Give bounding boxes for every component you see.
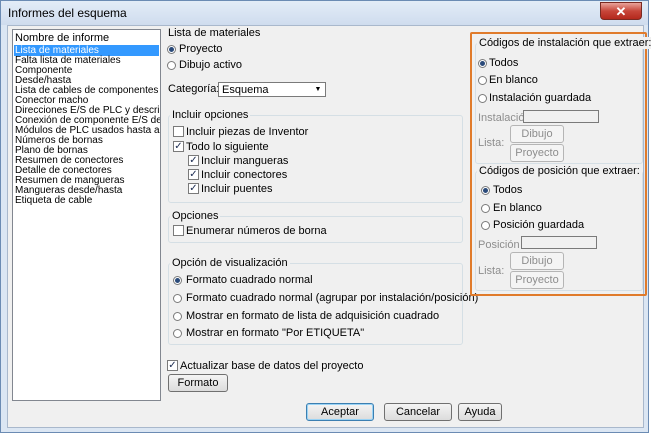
display-tag-label: Mostrar en formato "Por ETIQUETA" xyxy=(186,327,365,339)
close-button[interactable]: ✕ xyxy=(600,2,642,20)
include-hoses-checkbox[interactable]: ✓ xyxy=(188,155,199,166)
update-database-checkbox[interactable]: ✓ xyxy=(167,360,178,371)
position-blank-label: En blanco xyxy=(493,202,542,214)
chevron-down-icon: ▼ xyxy=(314,86,322,93)
enumerate-terminals-checkbox[interactable] xyxy=(173,225,184,236)
include-connectors-label: Incluir conectores xyxy=(201,169,288,181)
position-all-radio[interactable] xyxy=(481,186,490,195)
install-list-label: Lista: xyxy=(478,137,505,149)
install-all-label: Todos xyxy=(489,57,519,69)
include-all-label: Todo lo siguiente xyxy=(186,141,269,153)
options-title: Opciones xyxy=(170,210,221,222)
display-acquisition-label: Mostrar en formato de lista de adquisici… xyxy=(186,310,440,322)
include-options-title: Incluir opciones xyxy=(170,109,251,121)
bom-active-drawing-radio[interactable] xyxy=(167,61,176,70)
display-normal-label: Formato cuadrado normal xyxy=(186,274,313,286)
position-field-label: Posición xyxy=(478,239,520,251)
install-saved-label: Instalación guardada xyxy=(489,92,592,104)
include-inventor-label: Incluir piezas de Inventor xyxy=(186,126,309,138)
install-drawing-button[interactable]: Dibujo xyxy=(510,125,564,143)
enumerate-terminals-label: Enumerar números de borna xyxy=(186,225,327,237)
position-all-label: Todos xyxy=(493,184,523,196)
bom-project-radio[interactable] xyxy=(167,45,176,54)
include-bridges-label: Incluir puentes xyxy=(201,183,273,195)
category-label: Categoría: xyxy=(168,83,220,95)
display-option-title: Opción de visualización xyxy=(170,257,290,269)
install-saved-radio[interactable] xyxy=(478,94,487,103)
position-saved-radio[interactable] xyxy=(481,221,490,230)
position-blank-radio[interactable] xyxy=(481,204,490,213)
report-list-header: Nombre de informe xyxy=(15,32,110,44)
display-tag-radio[interactable] xyxy=(173,329,182,338)
include-all-checkbox[interactable]: ✓ xyxy=(173,141,184,152)
ok-button[interactable]: Aceptar xyxy=(306,403,374,421)
install-blank-label: En blanco xyxy=(489,74,538,86)
display-grouped-label: Formato cuadrado normal (agrupar por ins… xyxy=(186,292,479,304)
display-normal-radio[interactable] xyxy=(173,276,182,285)
category-value: Esquema xyxy=(222,84,269,96)
position-codes-title: Códigos de posición que extraer: xyxy=(477,165,642,177)
bom-active-drawing-label: Dibujo activo xyxy=(179,59,242,71)
update-database-label: Actualizar base de datos del proyecto xyxy=(180,360,364,372)
format-button[interactable]: Formato xyxy=(168,374,228,392)
help-button[interactable]: Ayuda xyxy=(458,403,502,421)
dialog-client: Nombre de informe Lista de materiales Fal… xyxy=(7,25,651,428)
position-project-button[interactable]: Proyecto xyxy=(510,271,564,289)
bom-group-title: Lista de materiales xyxy=(168,27,261,39)
category-select[interactable]: Esquema ▼ xyxy=(218,82,326,97)
window-title: Informes del esquema xyxy=(8,6,127,20)
install-all-radio[interactable] xyxy=(478,59,487,68)
position-saved-label: Posición guardada xyxy=(493,219,585,231)
display-grouped-radio[interactable] xyxy=(173,294,182,303)
position-drawing-button[interactable]: Dibujo xyxy=(510,252,564,270)
position-list-label: Lista: xyxy=(478,265,505,277)
dialog-window: Informes del esquema ✕ Nombre de informe… xyxy=(0,0,651,433)
include-connectors-checkbox[interactable]: ✓ xyxy=(188,169,199,180)
include-bridges-checkbox[interactable]: ✓ xyxy=(188,183,199,194)
install-codes-title: Códigos de instalación que extraer: xyxy=(477,37,651,49)
include-inventor-checkbox[interactable] xyxy=(173,126,184,137)
display-acquisition-radio[interactable] xyxy=(173,312,182,321)
bom-project-label: Proyecto xyxy=(179,43,223,55)
title-bar[interactable]: Informes del esquema ✕ xyxy=(1,1,648,25)
cancel-button[interactable]: Cancelar xyxy=(384,403,452,421)
report-list[interactable]: Nombre de informe Lista de materiales Fal… xyxy=(12,29,161,401)
include-hoses-label: Incluir mangueras xyxy=(201,155,289,167)
report-list-item[interactable]: Etiqueta de cable xyxy=(14,195,92,206)
position-field-input[interactable] xyxy=(521,236,597,249)
install-project-button[interactable]: Proyecto xyxy=(510,144,564,162)
install-blank-radio[interactable] xyxy=(478,76,487,85)
install-field-input[interactable] xyxy=(523,110,599,123)
